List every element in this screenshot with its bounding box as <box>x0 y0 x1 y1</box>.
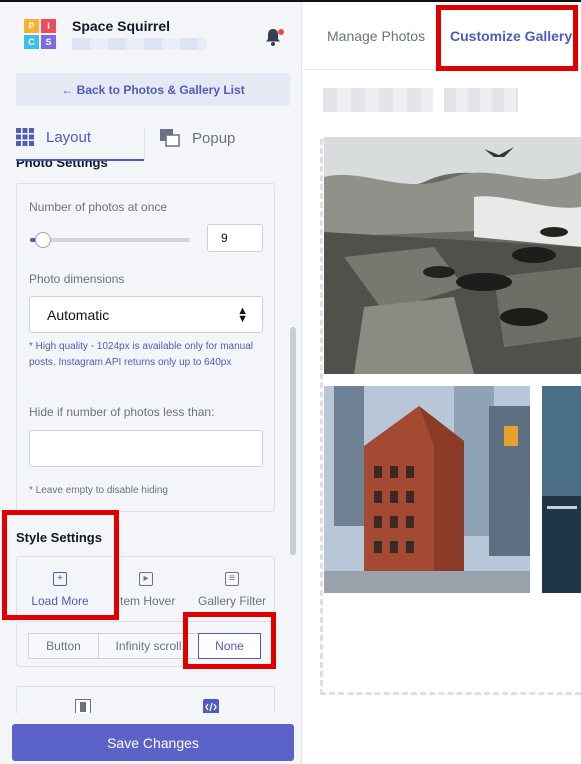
brand-name: Space Squirrel <box>72 18 171 34</box>
tab-manage-photos[interactable]: Manage Photos <box>327 2 425 70</box>
option-button[interactable]: Button <box>28 633 99 659</box>
load-more-segmented-control: Button Infinity scroll None <box>28 633 261 659</box>
notification-dot <box>278 29 284 35</box>
cursor-icon: ▸ <box>139 572 153 586</box>
photo-settings-card: Number of photos at once 9 Photo dimensi… <box>16 183 275 512</box>
tab-customize-gallery[interactable]: Customize Gallery <box>450 2 572 70</box>
save-changes-button[interactable]: Save Changes <box>12 724 294 761</box>
tab-load-more[interactable]: + Load More <box>17 557 103 623</box>
tab-layout-label: Layout <box>46 128 92 146</box>
style-settings-tabs: + Load More ▸ Item Hover ≡ Gallery Filte… <box>16 556 275 622</box>
logo-letter-i: I <box>41 19 56 33</box>
blurred-account-info <box>72 38 206 50</box>
option-none[interactable]: None <box>198 633 261 659</box>
select-caret-icon: ▲ ▼ <box>237 305 248 325</box>
settings-scroll-area[interactable]: Photo Settings Number of photos at once … <box>0 161 301 717</box>
pics-logo: P I C S <box>24 19 56 49</box>
gallery-photo-building[interactable] <box>324 386 530 593</box>
sidebar: P I C S Space Squirrel ← Back to Photos … <box>0 2 302 764</box>
photo-dimensions-label: Photo dimensions <box>29 272 125 286</box>
photo-dimensions-select[interactable]: Automatic ▲ ▼ <box>29 296 263 333</box>
photo-count-slider[interactable] <box>30 232 190 248</box>
gallery-photo-seals[interactable] <box>324 137 581 374</box>
hide-threshold-input[interactable] <box>29 430 263 467</box>
sliders-icon: ≡ <box>225 572 239 586</box>
photo-settings-title: Photo Settings <box>16 161 108 170</box>
brand-header: P I C S Space Squirrel <box>24 18 294 52</box>
gallery-photo-harbor[interactable] <box>542 386 581 593</box>
tab-popup-label: Popup <box>192 129 236 147</box>
style-settings-title: Style Settings <box>16 530 102 545</box>
save-bar: Save Changes <box>0 713 301 764</box>
sidebar-scrollbar[interactable] <box>290 327 296 555</box>
sidebar-tabs: Layout Popup <box>0 115 301 161</box>
logo-letter-s: S <box>41 35 56 49</box>
logo-letter-p: P <box>24 19 39 33</box>
tab-gallery-filter[interactable]: ≡ Gallery Filter <box>189 557 275 623</box>
logo-letter-c: C <box>24 35 39 49</box>
main-tabs-divider <box>303 69 581 70</box>
photo-dimensions-value: Automatic <box>47 306 110 323</box>
popup-icon <box>160 129 180 147</box>
app-root: P I C S Space Squirrel ← Back to Photos … <box>0 0 581 764</box>
tab-gallery-filter-label: Gallery Filter <box>197 594 266 608</box>
photo-count-label: Number of photos at once <box>29 200 168 214</box>
tab-item-hover-label: Item Hover <box>116 594 176 608</box>
option-infinity-scroll[interactable]: Infinity scroll <box>98 633 199 659</box>
hide-threshold-label: Hide if number of photos less than: <box>29 405 215 419</box>
tab-load-more-label: Load More <box>31 594 89 608</box>
slider-handle[interactable] <box>34 232 51 248</box>
tab-layout[interactable]: Layout <box>16 115 144 161</box>
tab-item-hover[interactable]: ▸ Item Hover <box>103 557 189 623</box>
back-to-list-button[interactable]: ← Back to Photos & Gallery List <box>16 73 290 106</box>
tab-separator <box>144 127 145 159</box>
photo-count-input[interactable]: 9 <box>207 224 263 252</box>
main-panel: Manage Photos Customize Gallery <box>303 2 581 764</box>
load-more-options-panel: Button Infinity scroll None <box>16 622 275 667</box>
grid-icon <box>16 128 34 146</box>
quality-note: * High quality - 1024px is available onl… <box>29 341 254 368</box>
blurred-gallery-meta <box>444 88 518 112</box>
plus-square-icon: + <box>53 572 67 586</box>
hide-threshold-note: * Leave empty to disable hiding <box>29 485 168 496</box>
bell-icon[interactable] <box>262 26 284 48</box>
tab-popup[interactable]: Popup <box>160 115 290 161</box>
blurred-gallery-name <box>323 88 433 112</box>
